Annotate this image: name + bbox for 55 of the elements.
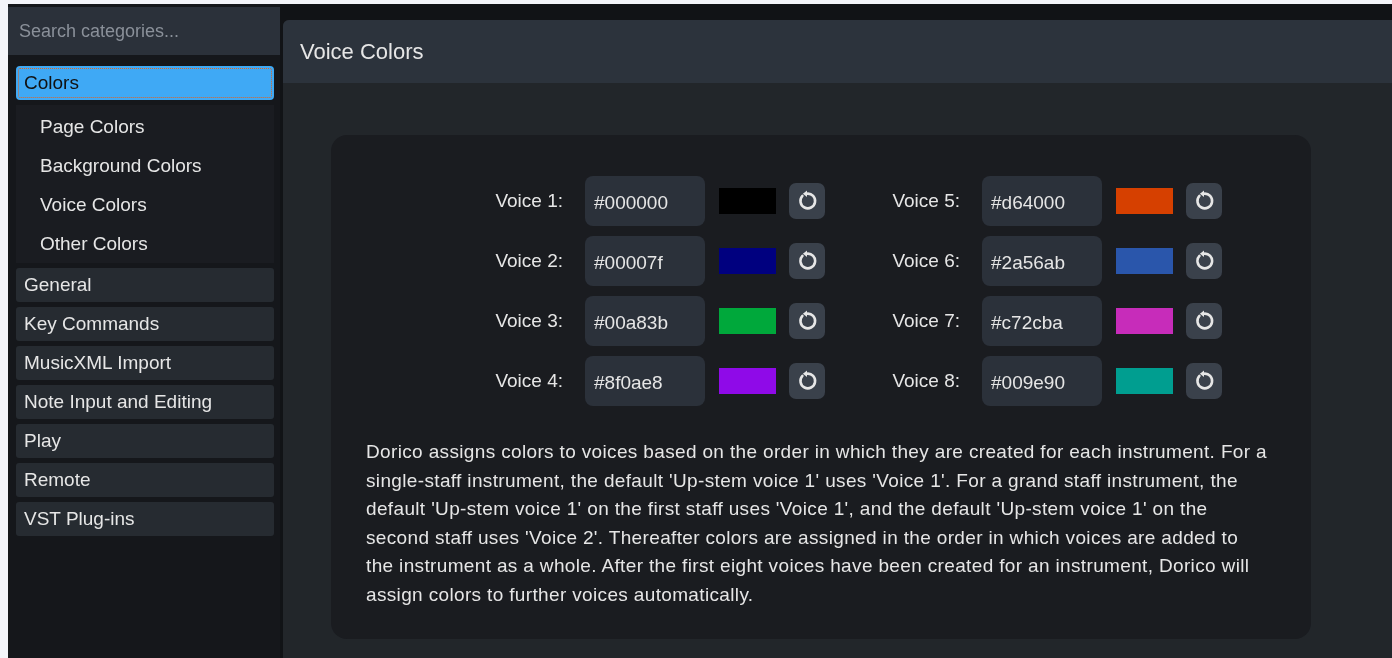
reset-button[interactable] [789,363,825,399]
color-input-field[interactable]: #00a83b [585,296,705,346]
subcategory-item[interactable]: Voice Colors [16,185,274,224]
category-item[interactable]: Play [16,424,274,458]
voice-label: Voice 4: [494,370,563,392]
voice-label: Voice 3: [494,310,563,332]
subcategory-item[interactable]: Other Colors [16,224,274,263]
reset-icon [1193,310,1215,332]
color-swatch[interactable] [1116,308,1173,334]
voice-label: Voice 1: [494,190,563,212]
reset-icon [796,370,818,392]
reset-icon [1193,190,1215,212]
color-input-field[interactable]: #00007f [585,236,705,286]
color-swatch[interactable] [1116,368,1173,394]
subcategory-item[interactable]: Background Colors [16,146,274,185]
color-input-field[interactable]: #2a56ab [982,236,1102,286]
color-swatch[interactable] [1116,248,1173,274]
reset-button[interactable] [1186,183,1222,219]
color-swatch[interactable] [719,248,776,274]
color-input-field[interactable]: #009e90 [982,356,1102,406]
search-field[interactable]: Search categories... [8,7,280,55]
reset-icon [1193,250,1215,272]
color-input-field[interactable]: #000000 [585,176,705,226]
voice-label: Voice 6: [891,250,960,272]
reset-button[interactable] [1186,363,1222,399]
color-swatch[interactable] [719,308,776,334]
voice-label: Voice 8: [891,370,960,392]
reset-icon [796,310,818,332]
reset-button[interactable] [789,303,825,339]
description-text: Dorico assigns colors to voices based on the order in which they are created for each instrument. For a single-staff instrument, the default 'Up-stem voice 1' uses 'Voice 1'. For a grand staff instrument, the default 'Up-stem voice 1' on the first staff uses 'Voice 1', and the default 'Up-stem voice 1' on the second staff uses 'Voice 2'. Thereafter colors are assigned in the order in which voices are added to the instrument as a whole. After the first eight voices have been created for an instrument, Dorico will assign colors to further voices automatically. [366,440,1268,607]
reset-icon [796,190,818,212]
category-item[interactable]: Note Input and Editing [16,385,274,419]
category-item[interactable]: VST Plug-ins [16,502,274,536]
reset-button[interactable] [789,243,825,279]
reset-button[interactable] [789,183,825,219]
subcategory-item[interactable]: Page Colors [16,107,274,146]
color-swatch[interactable] [719,188,776,214]
category-item[interactable]: Key Commands [16,307,274,341]
category-item[interactable]: Colors [16,66,274,100]
color-swatch[interactable] [719,368,776,394]
color-input-field[interactable]: #d64000 [982,176,1102,226]
color-input-field[interactable]: #8f0ae8 [585,356,705,406]
category-item[interactable]: General [16,268,274,302]
voice-label: Voice 2: [494,250,563,272]
reset-button[interactable] [1186,243,1222,279]
panel-title: Voice Colors [300,38,424,65]
color-swatch[interactable] [1116,188,1173,214]
reset-icon [796,250,818,272]
voice-label: Voice 7: [891,310,960,332]
voice-label: Voice 5: [891,190,960,212]
reset-icon [1193,370,1215,392]
category-item[interactable]: MusicXML Import [16,346,274,380]
color-input-field[interactable]: #c72cba [982,296,1102,346]
category-item[interactable]: Remote [16,463,274,497]
reset-button[interactable] [1186,303,1222,339]
